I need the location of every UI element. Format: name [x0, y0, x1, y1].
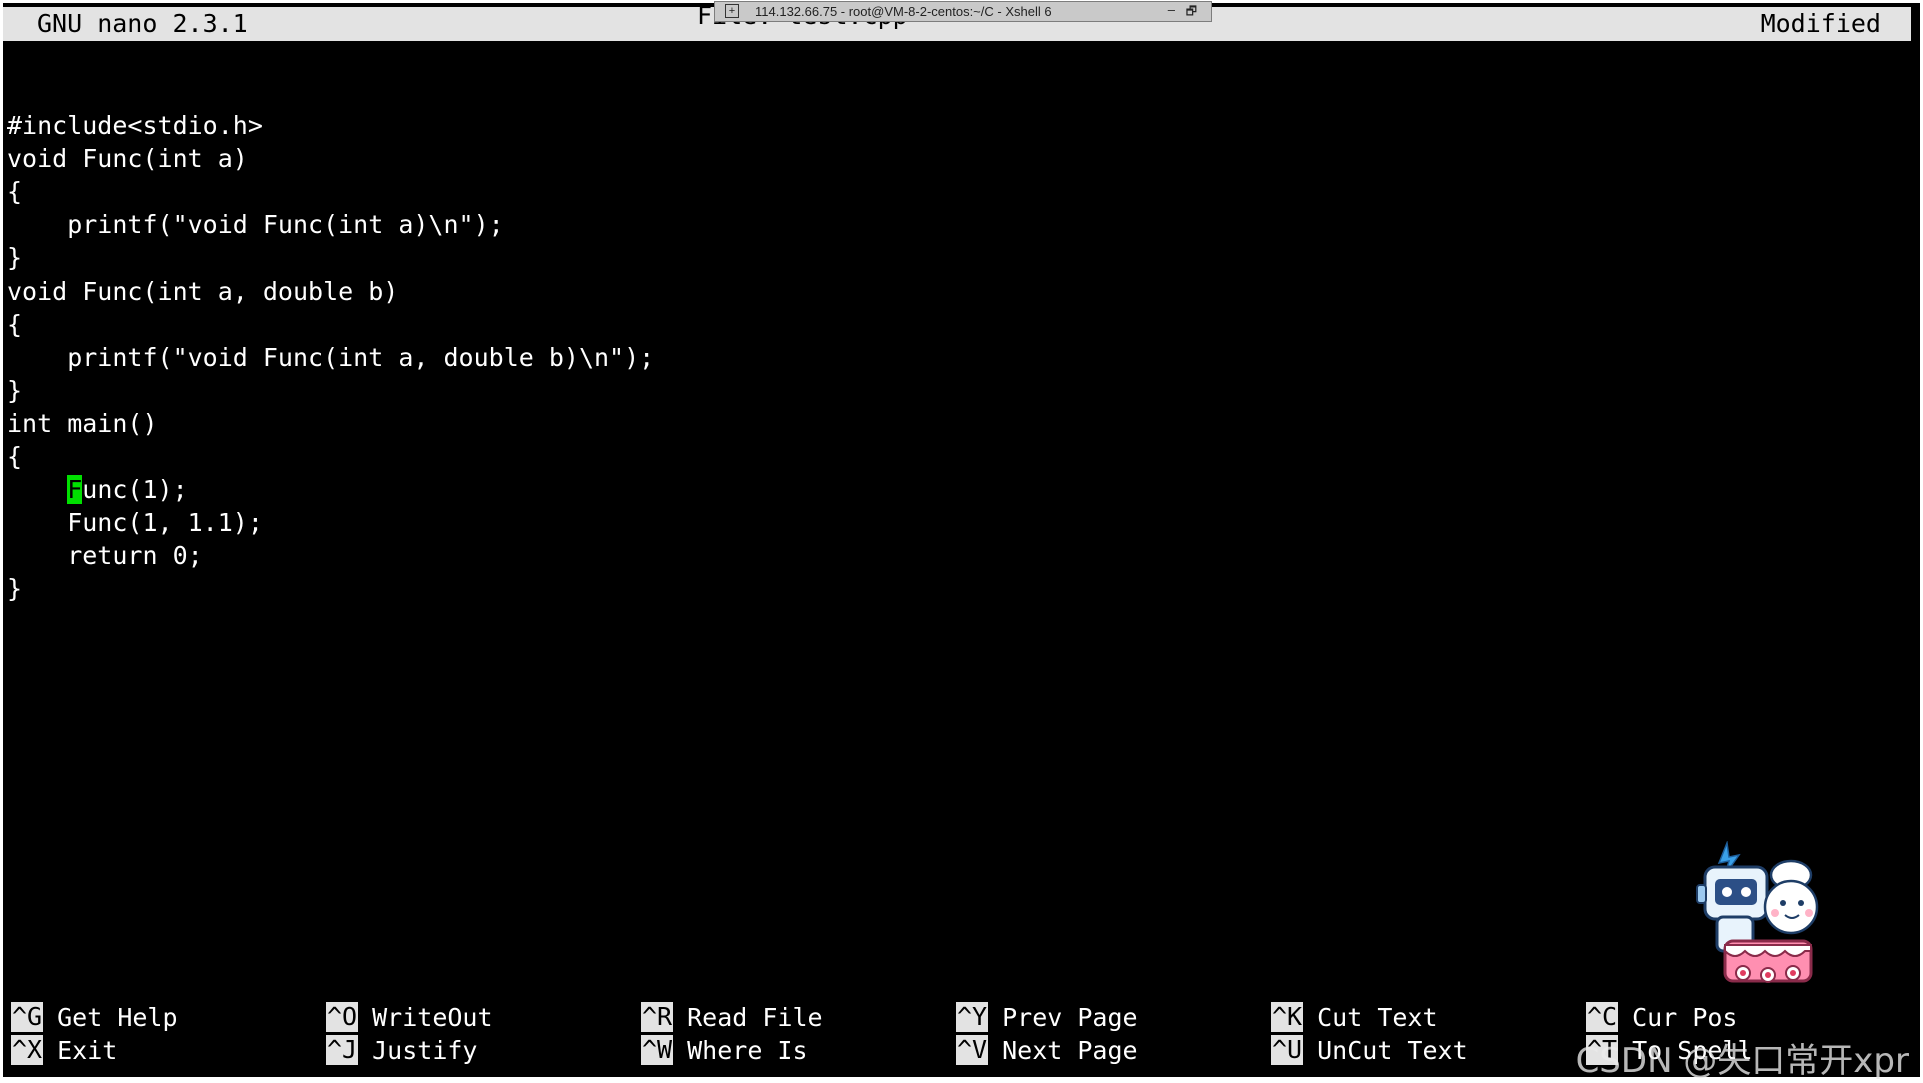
code-line: printf("void Func(int a)\n"); — [7, 210, 504, 240]
restore-icon[interactable]: 🗗 — [1186, 2, 1197, 21]
shortcut-justify[interactable]: ^J Justify — [326, 1032, 477, 1065]
code-line-with-cursor: Func(1); — [7, 473, 654, 506]
shortcut-writeout[interactable]: ^O WriteOut — [326, 999, 493, 1032]
xshell-window-title: 114.132.66.75 - root@VM-8-2-centos:~/C -… — [755, 4, 1052, 19]
shortcut-key: ^C — [1586, 1002, 1619, 1032]
shortcut-get-help[interactable]: ^G Get Help — [11, 999, 178, 1032]
shortcut-label: Next Page — [1002, 1035, 1138, 1065]
text-cursor: F — [67, 475, 83, 505]
code-line: Func(1, 1.1); — [7, 508, 263, 538]
shortcut-key: ^K — [1271, 1002, 1304, 1032]
shortcut-label: WriteOut — [372, 1002, 493, 1032]
shortcut-key: ^J — [326, 1035, 359, 1065]
shortcut-key: ^V — [956, 1035, 989, 1065]
code-line: printf("void Func(int a, double b)\n"); — [7, 342, 655, 372]
terminal-window-icon[interactable]: + — [725, 4, 739, 18]
mascot-sticker-icon — [1696, 841, 1819, 983]
shortcut-label: Prev Page — [1002, 1002, 1138, 1032]
shortcut-key: ^R — [641, 1002, 674, 1032]
shortcut-prev-page[interactable]: ^Y Prev Page — [956, 999, 1138, 1032]
shortcut-key: ^W — [641, 1035, 674, 1065]
shortcut-label: Exit — [57, 1035, 118, 1065]
cursor-line-rest: unc(1); — [82, 475, 188, 505]
shortcut-key: ^X — [11, 1035, 44, 1065]
minimize-icon[interactable]: – — [1168, 0, 1175, 19]
code-line: int main() — [7, 408, 158, 438]
nano-version-label: GNU nano 2.3.1 — [37, 9, 248, 38]
shortcut-read-file[interactable]: ^R Read File — [641, 999, 823, 1032]
editor-text-area[interactable]: #include<stdio.h> void Func(int a){ print… — [7, 76, 654, 606]
shortcut-label: Justify — [372, 1035, 478, 1065]
shortcut-next-page[interactable]: ^V Next Page — [956, 1032, 1138, 1065]
window-right-border — [1917, 3, 1920, 1077]
xshell-title-strip[interactable]: + 114.132.66.75 - root@VM-8-2-centos:~/C… — [714, 1, 1212, 22]
shortcut-key: ^O — [326, 1002, 359, 1032]
code-line: void Func(int a) — [7, 144, 248, 174]
shortcut-key: ^G — [11, 1002, 44, 1032]
shortcut-exit[interactable]: ^X Exit — [11, 1032, 117, 1065]
code-line: { — [7, 309, 23, 339]
cursor-line-indent — [7, 475, 67, 504]
shortcut-label: UnCut Text — [1317, 1035, 1468, 1065]
code-line: { — [7, 177, 23, 207]
code-line: #include<stdio.h> — [7, 111, 263, 141]
shortcut-label: Cur Pos — [1632, 1002, 1738, 1032]
code-line: } — [7, 574, 23, 604]
terminal-window: GNU nano 2.3.1 File: test.cpp Modified #… — [3, 1, 1917, 1081]
shortcut-label: Read File — [687, 1002, 823, 1032]
shortcut-cut-text[interactable]: ^K Cut Text — [1271, 999, 1438, 1032]
code-line: { — [7, 442, 23, 472]
shortcut-where-is[interactable]: ^W Where Is — [641, 1032, 808, 1065]
shortcut-key: ^U — [1271, 1035, 1304, 1065]
code-line: } — [7, 375, 23, 405]
code-line: return 0; — [7, 541, 203, 571]
shortcut-cur-pos[interactable]: ^C Cur Pos — [1586, 999, 1737, 1032]
code-line: } — [7, 243, 23, 273]
watermark-text: CSDN @失口常开xpr — [1575, 1041, 1909, 1081]
shortcut-label: Cut Text — [1317, 1002, 1438, 1032]
shortcut-uncut-text[interactable]: ^U UnCut Text — [1271, 1032, 1468, 1065]
shortcut-label: Get Help — [57, 1002, 178, 1032]
shortcut-label: Where Is — [687, 1035, 808, 1065]
code-line: void Func(int a, double b) — [7, 276, 399, 306]
nano-modified-status: Modified — [1760, 9, 1881, 38]
shortcut-key: ^Y — [956, 1002, 989, 1032]
